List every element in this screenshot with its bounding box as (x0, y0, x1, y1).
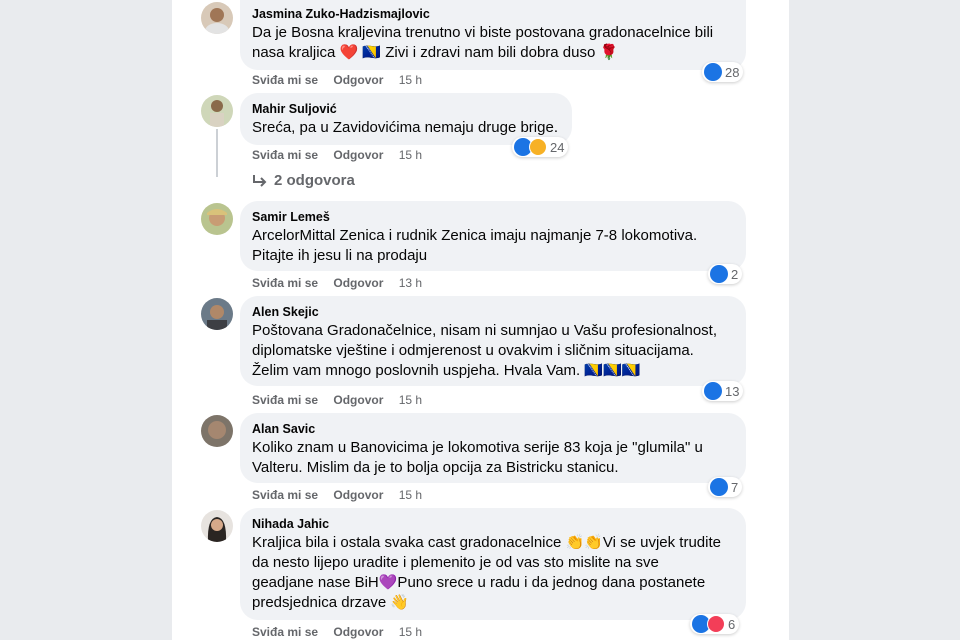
comment-actions: Sviđa mi se Odgovor 15 h (252, 147, 434, 163)
comment-text: nasa kraljica ❤️ 🇧🇦 Zivi i zdravi nam bi… (252, 44, 619, 61)
comment-timestamp[interactable]: 15 h (399, 624, 422, 640)
avatar[interactable] (201, 415, 233, 447)
reaction-count: 24 (550, 139, 565, 155)
comments-panel: Jasmina Zuko-Hadzismajlovic Da je Bosna … (172, 0, 789, 640)
like-button[interactable]: Sviđa mi se (252, 147, 318, 163)
like-icon (704, 382, 722, 400)
comment-text: Da je Bosna kraljevina trenutno vi biste… (252, 24, 714, 41)
view-replies-link[interactable]: 2 odgovora (252, 172, 355, 189)
reply-button[interactable]: Odgovor (333, 275, 383, 291)
reply-button[interactable]: Odgovor (333, 624, 383, 640)
comment-text: diplomatske vještine i odmjerenost u ova… (252, 342, 694, 359)
like-button[interactable]: Sviđa mi se (252, 275, 318, 291)
reply-button[interactable]: Odgovor (333, 72, 383, 88)
reply-button[interactable]: Odgovor (333, 487, 383, 503)
comment-actions: Sviđa mi se Odgovor 15 h (252, 392, 434, 408)
comment-text: Valteru. Mislim da je to bolja opcija za… (252, 459, 619, 476)
comment-actions: Sviđa mi se Odgovor 15 h (252, 624, 434, 640)
comment-text: Poštovana Gradonačelnice, nisam ni sumnj… (252, 322, 717, 339)
like-button[interactable]: Sviđa mi se (252, 487, 318, 503)
avatar[interactable] (201, 298, 233, 330)
reaction-count: 13 (725, 383, 740, 399)
love-icon (707, 615, 725, 633)
comment-actions: Sviđa mi se Odgovor 15 h (252, 487, 434, 503)
avatar[interactable] (201, 510, 233, 542)
like-icon (704, 63, 722, 81)
thread-line (216, 129, 218, 177)
comment-text: Sreća, pa u Zavidovićima nemaju druge br… (252, 119, 558, 136)
reaction-count: 28 (725, 64, 740, 80)
reaction-summary[interactable]: 13 (702, 381, 744, 401)
reaction-summary[interactable]: 7 (708, 477, 743, 497)
comment-timestamp[interactable]: 15 h (399, 392, 422, 408)
comment-author[interactable]: Mahir Suljović (252, 101, 560, 118)
avatar[interactable] (201, 203, 233, 235)
avatar[interactable] (201, 2, 233, 34)
comment-author[interactable]: Alen Skejic (252, 304, 734, 321)
reaction-count: 6 (728, 616, 736, 632)
reaction-count: 2 (731, 266, 739, 282)
reaction-summary[interactable]: 24 (512, 137, 569, 157)
comment-timestamp[interactable]: 15 h (399, 72, 422, 88)
like-icon (710, 478, 728, 496)
comment-text: Koliko znam u Banovicima je lokomotiva s… (252, 439, 703, 456)
comment-text: ArcelorMittal Zenica i rudnik Zenica ima… (252, 227, 698, 244)
reply-button[interactable]: Odgovor (333, 392, 383, 408)
comment-author[interactable]: Nihada Jahic (252, 516, 734, 533)
comment-text: predsjednica drzave 👋 (252, 594, 410, 611)
reaction-summary[interactable]: 28 (702, 62, 744, 82)
like-button[interactable]: Sviđa mi se (252, 392, 318, 408)
comment-timestamp[interactable]: 15 h (399, 487, 422, 503)
like-button[interactable]: Sviđa mi se (252, 72, 318, 88)
comment-timestamp[interactable]: 13 h (399, 275, 422, 291)
reaction-count: 7 (731, 479, 739, 495)
return-arrow-icon (253, 174, 267, 187)
reaction-summary[interactable]: 6 (690, 614, 740, 634)
like-icon (710, 265, 728, 283)
comment-text: Kraljica bila i ostala svaka cast gradon… (252, 534, 721, 551)
like-button[interactable]: Sviđa mi se (252, 624, 318, 640)
comment-author[interactable]: Samir Lemeš (252, 209, 734, 226)
comment-text: da nesto lijepo uradite i plemenito je o… (252, 554, 659, 571)
comment-author[interactable]: Alan Savic (252, 421, 734, 438)
comment-bubble: Alen Skejic Poštovana Gradonačelnice, ni… (240, 296, 746, 386)
comment-text: geadjane nase BiH💜Puno srece u radu i da… (252, 574, 706, 591)
reaction-summary[interactable]: 2 (708, 264, 743, 284)
comment-text: Pitajte ih jesu li na prodaju (252, 247, 428, 264)
comment-bubble: Samir Lemeš ArcelorMittal Zenica i rudni… (240, 201, 746, 271)
avatar[interactable] (201, 95, 233, 127)
haha-icon (529, 138, 547, 156)
comment-timestamp[interactable]: 15 h (399, 147, 422, 163)
reply-button[interactable]: Odgovor (333, 147, 383, 163)
comment-actions: Sviđa mi se Odgovor 15 h (252, 72, 434, 88)
comment-actions: Sviđa mi se Odgovor 13 h (252, 275, 434, 291)
comment-bubble: Jasmina Zuko-Hadzismajlovic Da je Bosna … (240, 0, 746, 70)
comment-author[interactable]: Jasmina Zuko-Hadzismajlovic (252, 6, 734, 23)
comment-text: Želim vam mnogo poslovnih uspjeha. Hvala… (252, 362, 641, 379)
replies-count-label: 2 odgovora (274, 172, 355, 189)
comment-bubble: Alan Savic Koliko znam u Banovicima je l… (240, 413, 746, 483)
comment-bubble: Nihada Jahic Kraljica bila i ostala svak… (240, 508, 746, 620)
